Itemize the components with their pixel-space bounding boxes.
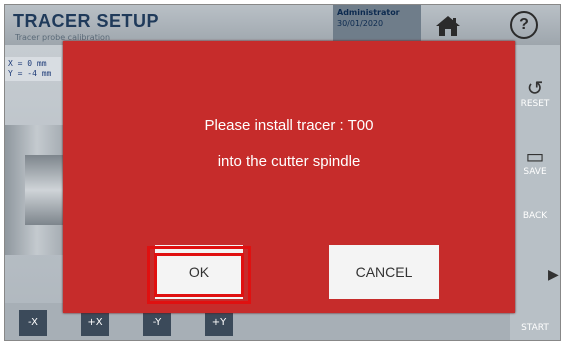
ok-button-highlight bbox=[147, 246, 251, 304]
y-coordinate: Y = -4 mm bbox=[8, 69, 52, 78]
jog-plus-y-button[interactable]: +Y bbox=[205, 310, 233, 336]
install-tracer-dialog: Please install tracer : T00 into the cut… bbox=[63, 41, 515, 313]
date-label: 30/01/2020 bbox=[337, 19, 384, 28]
dialog-message-line1: Please install tracer : T00 bbox=[204, 117, 374, 134]
coordinate-readout: X = 0 mm Y = -4 mm bbox=[5, 57, 61, 81]
jog-minus-x-button[interactable]: -X bbox=[19, 310, 47, 336]
reset-button[interactable]: ↺ RESET bbox=[512, 77, 558, 109]
x-coordinate: X = 0 mm bbox=[8, 59, 47, 68]
cancel-button[interactable]: CANCEL bbox=[329, 245, 439, 299]
back-label: BACK bbox=[522, 211, 548, 221]
reset-icon: ↺ bbox=[526, 76, 544, 100]
machine-screen: TRACER SETUP Tracer probe calibration Ad… bbox=[4, 4, 561, 341]
user-role: Administrator bbox=[337, 8, 400, 17]
save-icon: ▭ bbox=[525, 144, 545, 168]
user-info: Administrator 30/01/2020 bbox=[333, 5, 421, 45]
save-button[interactable]: ▭ SAVE bbox=[512, 145, 558, 177]
save-label: SAVE bbox=[523, 167, 547, 177]
help-button[interactable]: ? bbox=[510, 11, 538, 39]
back-button[interactable]: BACK bbox=[512, 211, 558, 221]
ok-button-highlight-inner bbox=[154, 253, 244, 297]
dialog-message-line2: into the cutter spindle bbox=[217, 153, 361, 170]
jog-plus-x-button[interactable]: +X bbox=[81, 310, 109, 336]
home-icon[interactable] bbox=[435, 15, 461, 37]
top-bar: TRACER SETUP Tracer probe calibration Ad… bbox=[5, 5, 560, 45]
jog-minus-y-button[interactable]: -Y bbox=[143, 310, 171, 336]
start-button[interactable]: START bbox=[512, 323, 558, 333]
chevron-right-icon[interactable]: ▶ bbox=[548, 267, 559, 283]
reset-label: RESET bbox=[520, 99, 550, 109]
page-title: TRACER SETUP bbox=[13, 11, 160, 31]
